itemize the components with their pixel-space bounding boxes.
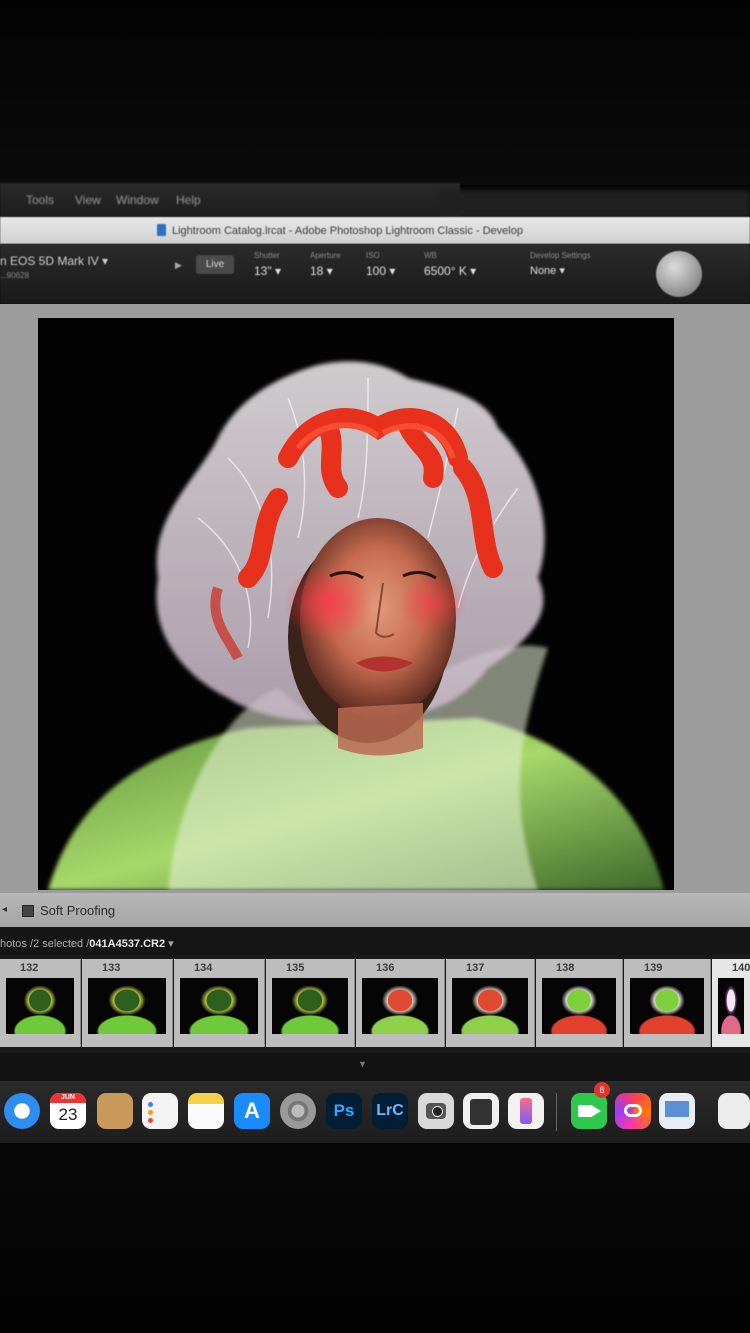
lrc-label: LrC xyxy=(376,1102,404,1119)
dock-separator xyxy=(556,1093,557,1131)
safari-icon[interactable] xyxy=(4,1093,40,1129)
filmstrip-frame[interactable]: 136 xyxy=(356,959,445,1047)
frame-thumbnail xyxy=(272,978,348,1034)
frame-number: 135 xyxy=(286,962,305,974)
live-view-button[interactable]: Live xyxy=(196,255,234,274)
panel-toggle-icon[interactable]: ◂ xyxy=(2,904,7,915)
frame-number: 139 xyxy=(644,962,663,974)
soft-proofing-bar: ◂ Soft Proofing xyxy=(0,893,750,927)
filmstrip-bottom-edge: ▼ xyxy=(0,1053,750,1081)
tethered-capture-bar: n EOS 5D Mark IV ▾ ...90628 ▶ Live Shutt… xyxy=(0,244,750,304)
iphone-mirroring-icon[interactable] xyxy=(508,1093,544,1129)
calculator-icon[interactable] xyxy=(463,1093,499,1129)
photoshop-icon[interactable]: Ps xyxy=(326,1093,362,1129)
shutter-label: Shutter xyxy=(254,251,280,260)
catalog-file-icon xyxy=(157,224,166,236)
capture-shutter-button[interactable] xyxy=(656,251,702,297)
frame-thumbnail xyxy=(452,978,528,1034)
menu-bar-extras xyxy=(440,190,750,218)
menu-view[interactable]: View xyxy=(75,193,101,207)
wb-value-text: 6500° K xyxy=(424,264,467,278)
frame-number: 134 xyxy=(194,962,213,974)
filmstrip-frame[interactable]: 133 xyxy=(82,959,173,1047)
main-photo-preview[interactable] xyxy=(38,318,674,890)
filmstrip-frame[interactable]: 140 xyxy=(712,959,750,1047)
contacts-icon[interactable] xyxy=(97,1093,133,1129)
calendar-day: 23 xyxy=(58,1105,78,1124)
menu-bar: Tools View Window Help xyxy=(0,183,460,217)
facetime-badge: 8 xyxy=(594,1082,610,1098)
preview-icon[interactable] xyxy=(659,1093,695,1129)
frame-thumbnail xyxy=(88,978,166,1034)
wb-value[interactable]: 6500° K ▾ xyxy=(424,264,476,278)
frame-thumbnail xyxy=(6,978,74,1034)
soft-proofing-label: Soft Proofing xyxy=(40,903,116,918)
camera-serial: ...90628 xyxy=(0,271,29,280)
frame-number: 140 xyxy=(732,962,750,974)
iso-value[interactable]: 100 ▾ xyxy=(366,264,395,278)
frame-number: 133 xyxy=(102,962,121,974)
filmstrip-status: hotos /2 selected /041A4537.CR2 ▾ xyxy=(0,938,174,950)
document-icon[interactable] xyxy=(718,1093,750,1129)
monitor-bezel xyxy=(0,0,750,185)
photo-booth-icon[interactable] xyxy=(418,1093,454,1129)
menu-window[interactable]: Window xyxy=(116,193,159,207)
portrait-image xyxy=(38,318,674,890)
selected-filename[interactable]: 041A4537.CR2 xyxy=(89,938,165,950)
aperture-value[interactable]: 18 ▾ xyxy=(310,264,333,278)
camera-model-text: n EOS 5D Mark IV xyxy=(0,254,99,268)
develop-settings-value-text: None xyxy=(530,265,557,277)
filmstrip-frame[interactable]: 137 xyxy=(446,959,535,1047)
iso-label: ISO xyxy=(366,251,380,260)
capture-arrow-icon[interactable]: ▶ xyxy=(175,260,182,271)
frame-number: 132 xyxy=(20,962,39,974)
reminders-icon[interactable] xyxy=(142,1093,178,1129)
macos-dock: JUN 23 A Ps LrC xyxy=(0,1081,750,1143)
facetime-icon[interactable] xyxy=(571,1093,607,1129)
frame-thumbnail xyxy=(542,978,616,1034)
frame-thumbnail xyxy=(630,978,704,1034)
menu-help[interactable]: Help xyxy=(176,193,201,207)
frame-thumbnail xyxy=(180,978,258,1034)
filmstrip-frame[interactable]: 132 xyxy=(0,959,81,1047)
filmstrip-collapse-icon[interactable]: ▼ xyxy=(358,1059,367,1069)
develop-settings-value[interactable]: None ▾ xyxy=(530,264,565,277)
menu-tools[interactable]: Tools xyxy=(26,193,54,207)
window-title-bar: Lightroom Catalog.lrcat - Adobe Photosho… xyxy=(0,217,750,244)
creative-cloud-icon[interactable] xyxy=(615,1093,651,1129)
notes-icon[interactable] xyxy=(188,1093,224,1129)
window-title: Lightroom Catalog.lrcat - Adobe Photosho… xyxy=(172,225,523,237)
filmstrip-frame[interactable]: 138 xyxy=(536,959,623,1047)
shutter-value[interactable]: 13" ▾ xyxy=(254,264,281,278)
calendar-icon[interactable]: JUN 23 xyxy=(50,1093,86,1129)
filmstrip-status-bar: hotos /2 selected /041A4537.CR2 ▾ xyxy=(0,927,750,955)
filmstrip-frame[interactable]: 135 xyxy=(266,959,355,1047)
aperture-label: Aperture xyxy=(310,251,341,260)
frame-number: 138 xyxy=(556,962,575,974)
wb-label: WB xyxy=(424,251,437,260)
app-store-icon[interactable]: A xyxy=(234,1093,270,1129)
selection-count: hotos /2 selected / xyxy=(0,938,90,950)
filmstrip-frame[interactable]: 134 xyxy=(174,959,265,1047)
soft-proofing-checkbox[interactable] xyxy=(22,905,34,917)
frame-thumbnail xyxy=(362,978,438,1034)
shutter-value-text: 13" xyxy=(254,264,272,278)
filmstrip-frame[interactable]: 139 xyxy=(624,959,711,1047)
camera-model[interactable]: n EOS 5D Mark IV ▾ xyxy=(0,254,108,268)
calendar-month: JUN xyxy=(50,1093,86,1103)
desk-surface xyxy=(0,1143,750,1333)
system-settings-icon[interactable] xyxy=(280,1093,316,1129)
iso-value-text: 100 xyxy=(366,264,387,278)
aperture-value-text: 18 xyxy=(310,264,324,278)
frame-thumbnail xyxy=(718,978,744,1034)
filmstrip: 132 133 134 135 136 137 138 139 140 xyxy=(0,955,750,1053)
develop-settings-label: Develop Settings xyxy=(530,251,591,260)
ps-label: Ps xyxy=(333,1101,355,1120)
frame-number: 136 xyxy=(376,962,395,974)
lightroom-classic-icon[interactable]: LrC xyxy=(372,1093,408,1129)
frame-number: 137 xyxy=(466,962,485,974)
